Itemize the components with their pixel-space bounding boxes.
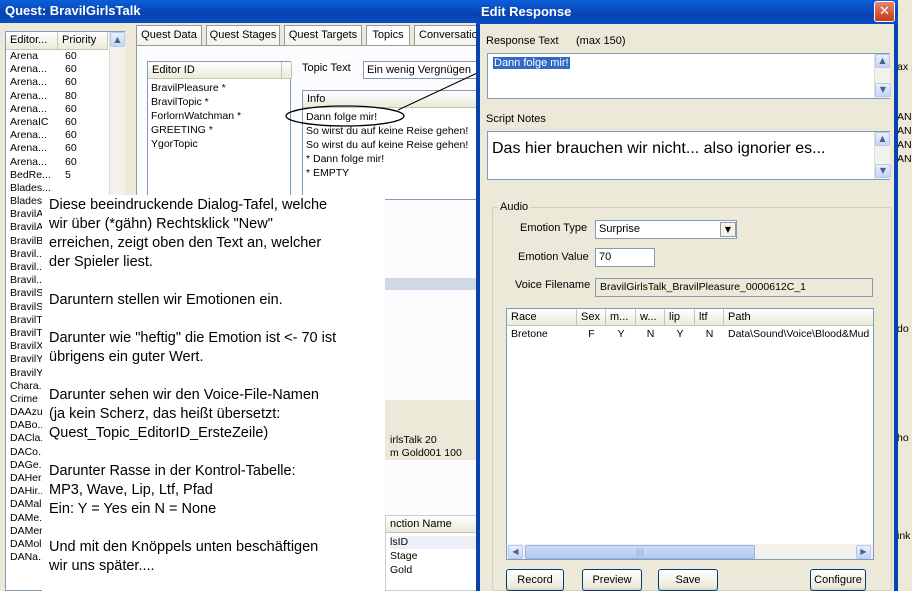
annotation-line: erreichen, zeigt oben den Text an, welch… [49,235,322,251]
annotation-line: Darunter wie "heftig" die Emotion ist <-… [49,330,337,346]
voice-table-cell: F [588,328,595,340]
record-button[interactable]: Record [506,569,564,591]
voice-table-header-cell[interactable]: ltf [695,309,724,326]
function-list[interactable]: nction Name lsID Stage Gold [385,515,479,591]
voice-table-cell: N [646,328,655,340]
function-row-2[interactable]: Stage [390,550,417,563]
emotion-value-field[interactable]: 70 [595,248,655,267]
close-icon: ✕ [879,4,890,19]
voice-filename-label: Voice Filename [515,279,591,291]
right-edge-text-4: AN [897,139,912,151]
close-button[interactable]: ✕ [874,1,895,22]
voice-filename-field: BravilGirlsTalk_BravilPleasure_0000612C_… [595,278,873,297]
annotation-line: Und mit den Knöppels unten beschäftigen [49,539,319,555]
voice-table-header-cell[interactable]: Path [724,309,873,326]
function-list-header[interactable]: nction Name [386,516,479,533]
annotation-text: Diese beeindruckende Dialog-Tafel, welch… [49,196,387,576]
edit-response-dialog: Edit Response ✕ Response Text (max 150) … [476,0,898,591]
emotion-type-value: Surprise [599,223,640,235]
results-line-2: m Gold001 100 [390,447,462,459]
voice-table-cell: N [705,328,714,340]
save-button[interactable]: Save [658,569,718,591]
voice-table[interactable]: Race Sex m... w... lip ltf Path Bretone F Y N Y N Da… [506,308,874,560]
annotation-line: Daruntern stellen wir Emotionen ein. [49,292,283,308]
dialog-title: Edit Response [481,4,572,19]
response-text-label: Response Text [486,35,559,47]
results-line-1: irlsTalk 20 [390,434,437,446]
scroll-up-icon[interactable]: ▲ [875,132,890,146]
annotation-line: wir über (*gähn) Rechtsklick "New" [49,216,273,232]
preview-button[interactable]: Preview [582,569,642,591]
grey-bar [385,278,477,290]
voice-table-row[interactable]: Bretone F Y N Y N Data\Sound\Voice\Blood&Mud [507,327,873,341]
annotation-line [49,443,387,462]
voice-table-header-cell[interactable]: Sex [577,309,606,326]
right-edge-text-7: ho [897,432,909,444]
annotation-line [49,519,387,538]
emotion-type-label: Emotion Type [520,222,588,234]
right-edge-text-3: AN [897,125,912,137]
scroll-down-icon[interactable]: ▼ [875,83,891,97]
function-row-1[interactable]: lsID [390,536,478,550]
dialog-body: Response Text (max 150) Dann folge mir! … [480,24,894,591]
annotation-line: Darunter sehen wir den Voice-File-Namen [49,387,319,403]
right-edge-window: ax 1 AN AN AN AN do ho ink [896,0,912,591]
voice-table-hscrollbar[interactable]: ◀ ||| ▶ [507,544,873,559]
response-scrollbar[interactable]: ▲ ▼ [874,54,891,98]
voice-filename-value: BravilGirlsTalk_BravilPleasure_0000612C_… [600,281,807,293]
response-text-value: Dann folge mir! [493,57,570,69]
voice-table-header-cell[interactable]: m... [606,309,636,326]
annotation-line: übrigens ein guter Wert. [49,349,204,365]
right-edge-text-1: ax 1 [897,61,912,73]
emotion-value-text: 70 [599,251,612,263]
max-length-label: (max 150) [576,35,626,47]
voice-table-header-cell[interactable]: lip [665,309,695,326]
script-notes-field[interactable]: Das hier brauchen wir nicht... also igno… [487,131,891,180]
chevron-down-icon[interactable]: ▼ [720,222,736,237]
annotation-line: (ja kein Scherz, das heißt übersetzt: [49,406,281,422]
script-notes-value: Das hier brauchen wir nicht... also igno… [492,140,826,157]
configure-button[interactable]: Configure [810,569,866,591]
voice-table-header: Race Sex m... w... lip ltf Path [507,309,873,326]
voice-table-cell: Y [676,328,684,340]
voice-table-header-cell[interactable]: w... [636,309,665,326]
right-edge-text-2: AN [897,111,912,123]
annotation-line [49,367,387,386]
right-edge-text-5: AN [897,153,912,165]
right-edge-text-8: ink [897,530,911,542]
scroll-left-icon[interactable]: ◀ [508,545,523,559]
function-row-3[interactable]: Gold [390,564,412,577]
annotation-line: Quest_Topic_EditorID_ErsteZeile) [49,425,269,441]
audio-group-label: Audio [498,201,531,213]
ellipse-around-info-row [285,105,405,127]
script-notes-label: Script Notes [486,113,546,125]
scroll-up-icon[interactable]: ▲ [875,54,890,68]
annotation-line: MP3, Wave, Lip, Ltf, Pfad [49,482,213,498]
emotion-type-select[interactable]: Surprise ▼ [595,220,737,239]
annotation-line: der Spieler liest. [49,254,153,270]
annotation-line [49,310,387,329]
voice-table-header-cell[interactable]: Race [507,309,577,326]
annotation-line: wir uns später.... [49,558,155,574]
emotion-value-label: Emotion Value [518,251,589,263]
right-edge-text-6: do [897,323,909,335]
notes-scrollbar[interactable]: ▲ ▼ [874,132,891,179]
annotation-line: Diese beeindruckende Dialog-Tafel, welch… [49,197,328,213]
voice-table-cell: Y [617,328,625,340]
voice-table-cell: Data\Sound\Voice\Blood&Mud [728,328,870,340]
dialog-titlebar: Edit Response [476,0,898,24]
annotation-line: Ein: Y = Yes ein N = None [49,501,217,517]
annotation-line [49,272,387,291]
annotation-line: Darunter Rasse in der Kontrol-Tabelle: [49,463,296,479]
scroll-down-icon[interactable]: ▼ [875,164,891,178]
response-text-field[interactable]: Dann folge mir! ▲ ▼ [487,53,891,99]
scroll-right-icon[interactable]: ▶ [856,545,871,559]
voice-table-cell: Bretone [511,328,548,340]
scroll-thumb[interactable]: ||| [525,545,755,559]
